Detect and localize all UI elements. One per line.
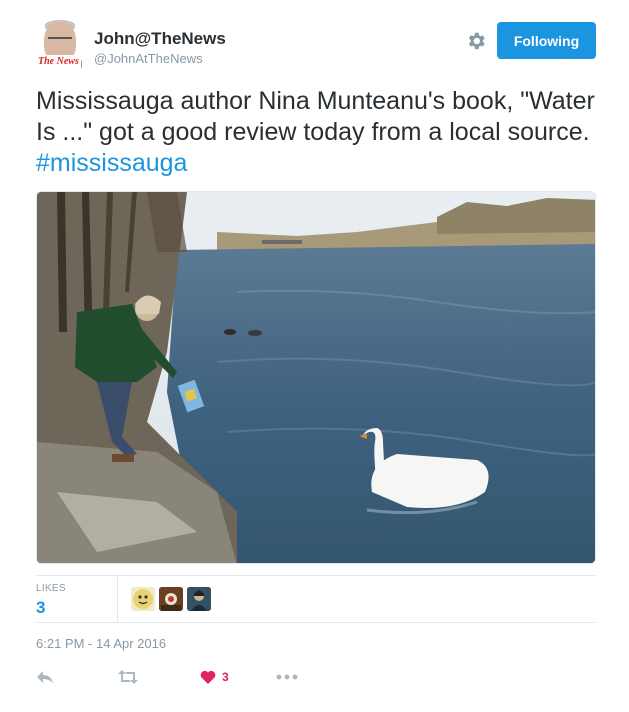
avatar[interactable]: The News [36, 20, 84, 68]
likes-stat[interactable]: LIKES 3 [36, 583, 116, 618]
hashtag-link[interactable]: #mississauga [36, 149, 187, 177]
liker-avatar[interactable] [187, 587, 211, 611]
likes-count[interactable]: 3 [36, 598, 116, 618]
retweet-icon [118, 670, 138, 684]
more-icon [276, 674, 298, 680]
like-button[interactable]: 3 [200, 666, 229, 688]
more-button[interactable] [276, 666, 298, 688]
avatar-brand-logo: The News [36, 55, 81, 68]
tweet-timestamp[interactable]: 6:21 PM - 14 Apr 2016 [36, 636, 166, 651]
tweet-text: Mississauga author Nina Munteanu's book,… [36, 86, 596, 179]
liker-avatar[interactable] [159, 587, 183, 611]
reply-icon [37, 671, 53, 683]
liker-avatar[interactable] [131, 587, 155, 611]
likers-list [131, 587, 211, 611]
author-name[interactable]: John@TheNews [94, 29, 226, 49]
retweet-button[interactable] [118, 666, 138, 688]
divider-top [36, 575, 596, 576]
divider-bottom [36, 622, 596, 623]
reply-button[interactable] [36, 666, 54, 688]
author-handle[interactable]: @JohnAtTheNews [94, 51, 203, 66]
gear-icon[interactable] [465, 30, 487, 52]
tweet-body: Mississauga author Nina Munteanu's book,… [36, 87, 595, 146]
like-count: 3 [222, 670, 229, 684]
tweet-photo[interactable] [36, 191, 596, 564]
following-button[interactable]: Following [497, 22, 596, 59]
likes-separator [117, 575, 118, 622]
heart-icon [200, 670, 216, 684]
likes-label: LIKES [36, 583, 66, 594]
tweet-card: The News John@TheNews @JohnAtTheNews Fol… [0, 0, 629, 712]
avatar-glasses [48, 37, 72, 43]
